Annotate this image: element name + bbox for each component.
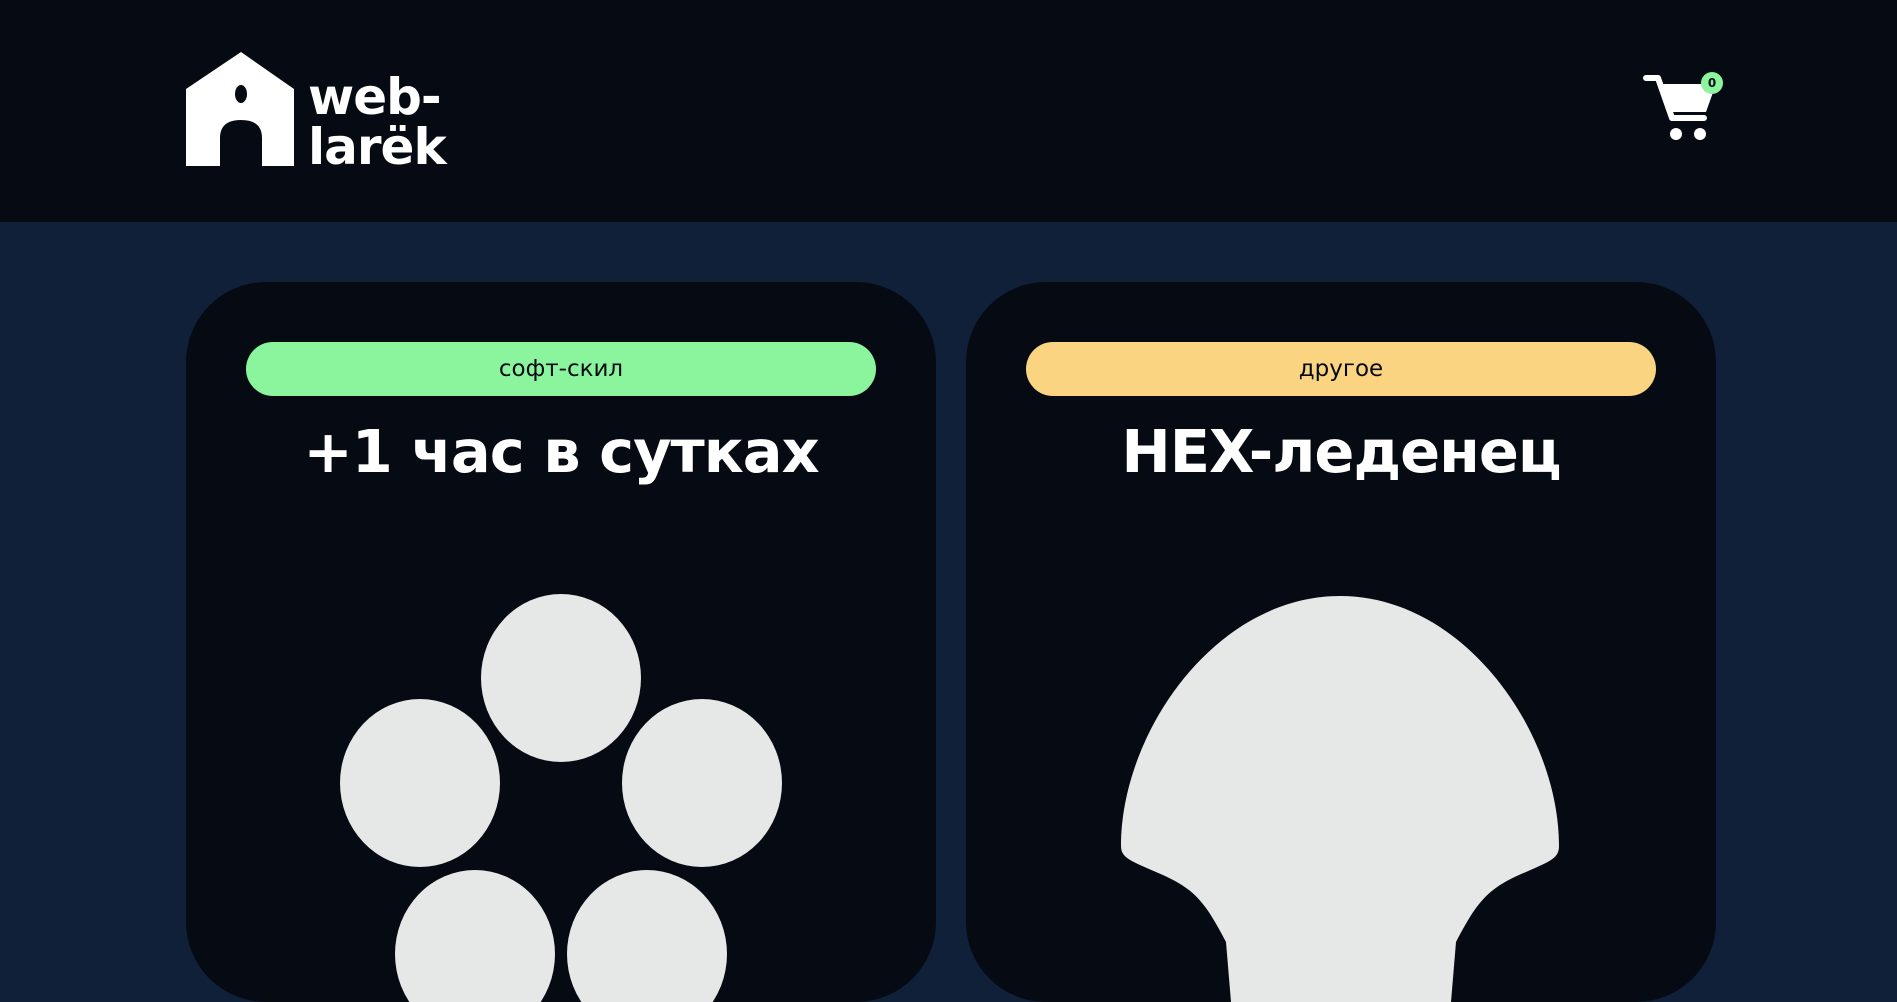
- product-gallery: софт-скил +1 час в сутках другое HEX-лед…: [0, 222, 1897, 1002]
- card-title: HEX-леденец: [1121, 417, 1561, 486]
- product-card[interactable]: софт-скил +1 час в сутках: [186, 282, 936, 1002]
- cart-counter-badge: 0: [1701, 72, 1723, 94]
- page-header: web- larёk 0: [0, 0, 1897, 222]
- card-title: +1 час в сутках: [303, 417, 819, 486]
- card-category-badge: софт-скил: [246, 342, 876, 396]
- flower-icon: [340, 594, 782, 1002]
- product-card[interactable]: другое HEX-леденец: [966, 282, 1716, 1002]
- logo-link[interactable]: web- larёk: [0, 0, 460, 200]
- card-category-badge: другое: [1026, 342, 1656, 396]
- lollipop-icon: [1121, 596, 1559, 1002]
- logo-line-1: web-: [308, 68, 442, 126]
- logo-line-2: larёk: [308, 118, 447, 176]
- logo-wordmark: web- larёk: [308, 68, 447, 176]
